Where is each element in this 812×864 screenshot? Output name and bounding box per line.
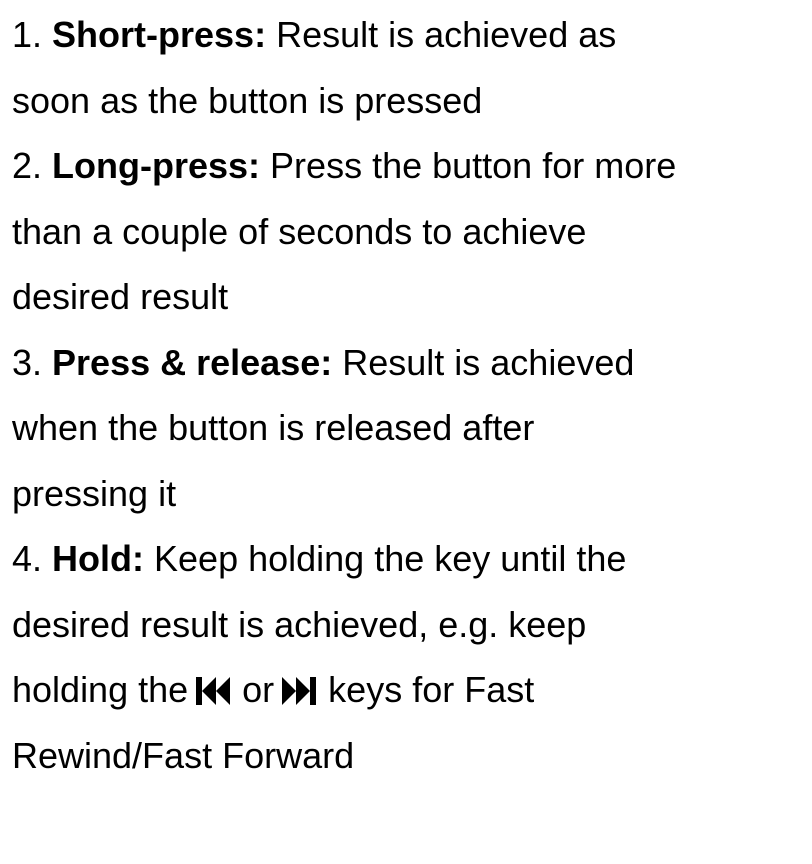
item-number: 2. xyxy=(12,145,53,186)
item-text-continued: than a couple of seconds to achieve xyxy=(12,210,587,252)
item-text-continued: soon as the button is pressed xyxy=(12,79,483,121)
icon-line-before: holding the xyxy=(12,669,189,710)
item-term: Short-press: xyxy=(52,14,277,55)
list-item: 3. Press & release: Result is achieved xyxy=(12,330,802,396)
item-text-continued: Rewind/Fast Forward xyxy=(12,734,355,776)
item-text: Result is achieved as xyxy=(276,14,617,55)
item-text-continued: desired result xyxy=(12,276,229,317)
item-term: Press & release: xyxy=(52,341,343,383)
list-item: 4. Hold: Keep holding the key until the xyxy=(12,526,802,592)
instruction-list: 1. Short-press: Result is achieved as so… xyxy=(12,0,802,788)
item-number: 4. xyxy=(12,538,53,579)
item-text-continued: when the button is released after xyxy=(12,407,535,448)
skip-back-icon xyxy=(196,677,231,705)
item-text: Press the button for more xyxy=(270,145,677,186)
list-item: 2. Long-press: Press the button for more xyxy=(12,133,802,199)
item-number: 3. xyxy=(12,341,53,383)
item-text-continued: pressing it xyxy=(12,472,177,514)
item-term: Long-press: xyxy=(52,145,271,186)
skip-forward-icon xyxy=(282,677,317,705)
icon-line-after: keys for Fast xyxy=(328,669,535,710)
list-item: 1. Short-press: Result is achieved as xyxy=(12,2,802,68)
item-text-with-icons: holding the or keys for Fast xyxy=(12,657,802,723)
item-term: Hold: xyxy=(52,538,155,579)
icon-line-middle: or xyxy=(242,669,275,710)
item-number: 1. xyxy=(12,14,53,55)
item-text: Result is achieved xyxy=(342,341,635,383)
item-text: Keep holding the key until the xyxy=(154,538,627,579)
item-text-continued: desired result is achieved, e.g. keep xyxy=(12,603,587,645)
